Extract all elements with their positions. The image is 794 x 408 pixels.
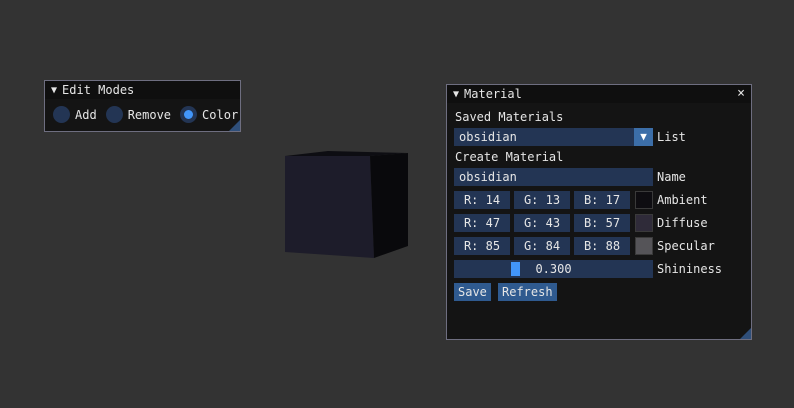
- cube-front-face: [285, 156, 374, 258]
- cube-side-face: [370, 153, 408, 258]
- refresh-button[interactable]: Refresh: [498, 283, 557, 301]
- ambient-b-input[interactable]: B: 17: [574, 191, 630, 209]
- ambient-label: Ambient: [657, 193, 708, 207]
- diffuse-label: Diffuse: [657, 216, 708, 230]
- saved-materials-combo[interactable]: obsidian ▼: [454, 128, 653, 146]
- material-titlebar[interactable]: ▼ Material ×: [447, 85, 751, 103]
- material-title: Material: [464, 87, 522, 101]
- saved-materials-label: Saved Materials: [455, 110, 564, 124]
- name-label: Name: [657, 170, 686, 184]
- radio-remove-label: Remove: [127, 107, 172, 122]
- material-window[interactable]: ▼ Material × Saved Materials obsidian ▼ …: [446, 84, 752, 340]
- shininess-slider[interactable]: 0.300: [454, 260, 653, 278]
- collapse-arrow-icon[interactable]: ▼: [453, 89, 459, 100]
- radio-add[interactable]: Add: [53, 106, 97, 123]
- diffuse-color-swatch[interactable]: [635, 214, 653, 232]
- diffuse-r-input[interactable]: R: 47: [454, 214, 510, 232]
- resize-grip-icon[interactable]: [229, 120, 240, 131]
- specular-b-input[interactable]: B: 88: [574, 237, 630, 255]
- create-material-label: Create Material: [455, 150, 564, 164]
- ambient-g-input[interactable]: G: 13: [514, 191, 570, 209]
- specular-label: Specular: [657, 239, 715, 253]
- radio-add-label: Add: [75, 107, 97, 122]
- diffuse-b-input[interactable]: B: 57: [574, 214, 630, 232]
- chevron-down-icon[interactable]: ▼: [634, 128, 653, 146]
- save-button[interactable]: Save: [454, 283, 491, 301]
- radio-remove[interactable]: Remove: [105, 106, 172, 123]
- radio-add-circle[interactable]: [53, 106, 70, 123]
- radio-remove-circle[interactable]: [105, 106, 123, 123]
- specular-color-swatch[interactable]: [635, 237, 653, 255]
- saved-materials-value: obsidian: [459, 130, 517, 144]
- slider-grab-handle[interactable]: [511, 262, 520, 276]
- ambient-color-swatch[interactable]: [635, 191, 653, 209]
- close-icon[interactable]: ×: [737, 85, 745, 103]
- edit-modes-title: Edit Modes: [62, 83, 135, 97]
- specular-g-input[interactable]: G: 84: [514, 237, 570, 255]
- shininess-value: 0.300: [535, 262, 572, 276]
- name-input[interactable]: obsidian: [454, 168, 653, 186]
- ambient-r-input[interactable]: R: 14: [454, 191, 510, 209]
- collapse-arrow-icon[interactable]: ▼: [51, 85, 57, 96]
- shininess-label: Shininess: [657, 262, 723, 276]
- list-label: List: [657, 130, 686, 144]
- edit-modes-titlebar[interactable]: ▼ Edit Modes: [45, 81, 240, 99]
- radio-color-circle[interactable]: [180, 106, 198, 123]
- diffuse-g-input[interactable]: G: 43: [514, 214, 570, 232]
- edit-modes-window[interactable]: ▼ Edit Modes Add Remove Color: [44, 80, 241, 132]
- cube-viewport-object[interactable]: [280, 148, 415, 263]
- specular-r-input[interactable]: R: 85: [454, 237, 510, 255]
- name-input-value: obsidian: [459, 170, 517, 184]
- resize-grip-icon[interactable]: [740, 328, 751, 339]
